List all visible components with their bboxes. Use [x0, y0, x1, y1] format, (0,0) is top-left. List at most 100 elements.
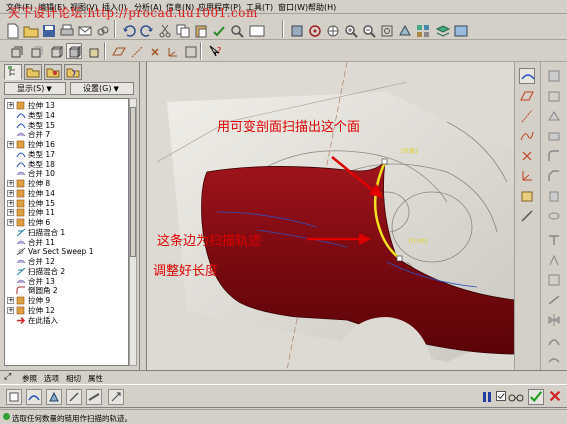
sweep-tool-icon[interactable] [546, 232, 562, 248]
mirror-tool-icon[interactable] [546, 312, 562, 328]
cancel-x-icon[interactable] [548, 389, 564, 405]
print-icon[interactable] [58, 22, 74, 38]
undo-icon[interactable] [120, 22, 136, 38]
blend-tool-icon[interactable] [546, 252, 562, 268]
tree-item[interactable]: 合并 11 [5, 238, 128, 247]
trim-tool-icon[interactable] [546, 352, 562, 368]
tree-item[interactable]: + 拉伸 9 [5, 296, 128, 305]
round-tool-icon[interactable] [546, 148, 562, 164]
sketch-tool-icon[interactable] [519, 68, 535, 84]
tree-item[interactable]: 倒圆角 2 [5, 286, 128, 295]
remove-material-icon[interactable] [66, 389, 82, 405]
regenerate-icon[interactable] [210, 22, 226, 38]
extrude-tool-icon[interactable] [546, 188, 562, 204]
zoom-in-icon[interactable] [342, 22, 358, 38]
expand-plus-icon[interactable]: + [7, 297, 14, 304]
rib-tool-icon[interactable] [546, 108, 562, 124]
refit-icon[interactable] [378, 22, 394, 38]
datum-plane-display-icon[interactable] [110, 43, 126, 59]
tree-item[interactable]: 类型 15 [5, 121, 128, 130]
sweep-surface-icon[interactable] [46, 389, 62, 405]
tree-item[interactable]: + 拉伸 11 [5, 208, 128, 217]
boundary-blend-icon[interactable] [546, 272, 562, 288]
redo-icon[interactable] [138, 22, 154, 38]
tree-item[interactable]: 类型 14 [5, 111, 128, 120]
tab-folder-browser[interactable] [24, 64, 42, 80]
shell-tool-icon[interactable] [546, 88, 562, 104]
sweep-as-solid-icon[interactable] [26, 389, 42, 405]
tree-item[interactable]: 在此插入 [5, 316, 128, 325]
annotation-display-icon[interactable] [182, 43, 198, 59]
csys-display-icon[interactable] [164, 43, 180, 59]
tree-item[interactable]: + 拉伸 6 [5, 218, 128, 227]
expand-plus-icon[interactable]: + [7, 102, 14, 109]
email-icon[interactable] [76, 22, 92, 38]
tree-item[interactable]: Var Sect Sweep 1 [5, 247, 128, 256]
wireframe-icon[interactable] [8, 43, 24, 59]
tab-favorites[interactable] [44, 64, 62, 80]
datum-plane-icon[interactable] [519, 88, 535, 104]
link-icon[interactable] [94, 22, 110, 38]
tree-item[interactable]: + 拉伸 13 [5, 101, 128, 110]
scrollbar-thumb[interactable] [130, 107, 136, 257]
datum-axis-icon[interactable] [519, 108, 535, 124]
draft-tool-icon[interactable] [546, 128, 562, 144]
tree-item[interactable]: + 拉伸 8 [5, 179, 128, 188]
expand-plus-icon[interactable]: + [7, 141, 14, 148]
tree-item[interactable]: 合并 10 [5, 169, 128, 178]
menu-window[interactable]: 窗口(W) [278, 2, 308, 13]
apply-checkmark-icon[interactable] [528, 389, 544, 405]
datum-curve-icon[interactable] [519, 128, 535, 144]
tree-item[interactable]: 合并 12 [5, 257, 128, 266]
tab-model-tree[interactable] [4, 64, 22, 80]
spin-center-icon[interactable] [306, 22, 322, 38]
trajectory-end-handle[interactable] [396, 255, 403, 262]
chamfer-tool-icon[interactable] [546, 168, 562, 184]
save-icon[interactable] [40, 22, 56, 38]
find-icon[interactable] [228, 22, 244, 38]
copy-icon[interactable] [174, 22, 190, 38]
tree-item[interactable]: 扫描混合 1 [5, 228, 128, 237]
datum-point-display-icon[interactable] [146, 43, 162, 59]
datum-axis-display-icon[interactable] [128, 43, 144, 59]
dashboard-collapse-icon[interactable]: ⤢ [4, 372, 11, 382]
expand-plus-icon[interactable]: + [7, 209, 14, 217]
tree-item[interactable]: 类型 17 [5, 150, 128, 159]
sketch-section-icon[interactable] [108, 389, 124, 405]
sweep-as-surface-icon[interactable] [6, 389, 22, 405]
tab-properties[interactable]: 属性 [88, 373, 103, 384]
hidden-line-icon[interactable] [28, 43, 44, 59]
orient-mode-icon[interactable] [324, 22, 340, 38]
verify-glasses-icon[interactable] [508, 391, 524, 403]
preview-checkbox[interactable] [496, 391, 506, 401]
tree-item[interactable]: 合并 7 [5, 130, 128, 139]
tree-item[interactable]: 合并 13 [5, 277, 128, 286]
datum-csys-icon[interactable] [519, 168, 535, 184]
expand-plus-icon[interactable]: + [7, 306, 14, 314]
new-file-icon[interactable] [4, 22, 20, 39]
zoom-out-icon[interactable] [360, 22, 376, 38]
variable-section-sweep-tool-icon[interactable] [519, 208, 535, 224]
dimension-label-length[interactable]: [长度] [401, 146, 418, 155]
tree-item[interactable]: + 拉伸 16 [5, 140, 128, 149]
tab-references[interactable]: 参照 [22, 373, 37, 384]
open-folder-icon[interactable] [22, 22, 39, 38]
tree-item[interactable]: + 拉伸 15 [5, 199, 128, 208]
show-dropdown[interactable]: 显示(S) ▼ [4, 82, 66, 95]
revolve-tool-icon[interactable] [546, 208, 562, 224]
style-tool-icon[interactable] [546, 292, 562, 308]
merge-tool-icon[interactable] [546, 332, 562, 348]
datum-point-icon[interactable] [519, 148, 535, 164]
graphics-window[interactable]: 用可变剖面扫描出这个面 这条边为扫描轨迹 调整好长度 [长度] [0.00] [146, 62, 514, 370]
trajectory-start-handle[interactable] [381, 158, 388, 165]
pause-icon[interactable] [482, 391, 492, 403]
selection-filter-icon[interactable] [248, 22, 265, 38]
analysis-feature-icon[interactable] [519, 188, 535, 204]
tree-item[interactable]: + 拉伸 12 [5, 306, 128, 315]
tree-item[interactable]: 类型 18 [5, 160, 128, 169]
redraw-icon[interactable] [288, 22, 304, 38]
thicken-icon[interactable] [86, 389, 102, 405]
tree-item[interactable]: + 拉伸 14 [5, 189, 128, 198]
no-hidden-icon[interactable] [48, 43, 64, 59]
hole-tool-icon[interactable] [546, 68, 562, 84]
